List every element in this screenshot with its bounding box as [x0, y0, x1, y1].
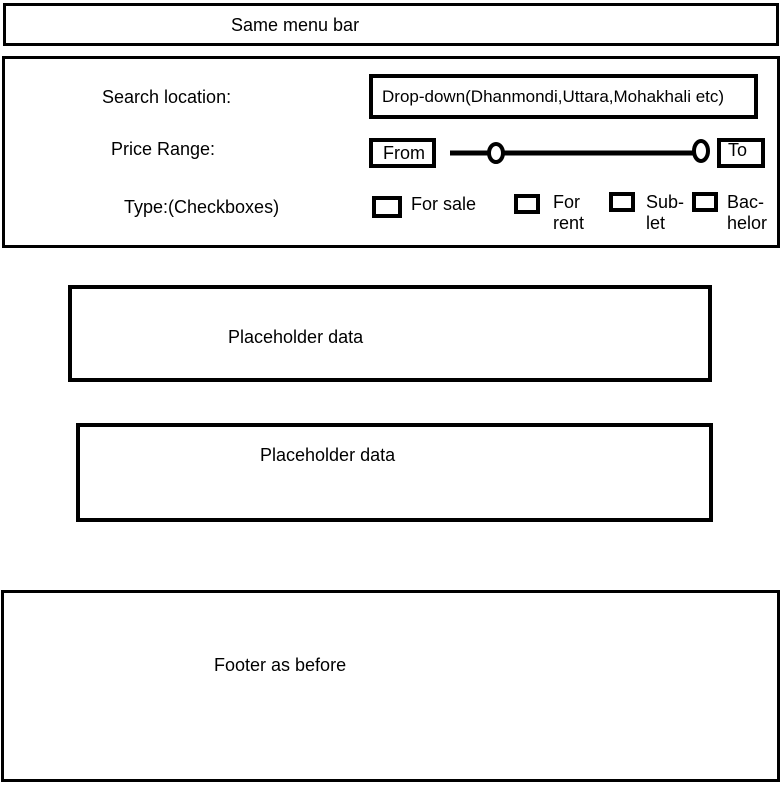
result-card-1-text: Placeholder data	[228, 327, 364, 347]
location-dropdown-value: Drop-down(Dhanmondi,Uttara,Mohakhali etc…	[382, 87, 725, 106]
search-location-label: Search location:	[102, 87, 232, 107]
for-sale-label: For sale	[411, 194, 477, 214]
result-card-1	[68, 285, 712, 382]
footer	[1, 590, 780, 782]
result-card-2	[76, 423, 713, 522]
result-card-2-text: Placeholder data	[260, 445, 396, 465]
footer-label: Footer as before	[214, 655, 347, 675]
bachelor-checkbox[interactable]	[692, 192, 718, 212]
price-range-label: Price Range:	[111, 139, 216, 159]
menu-bar	[3, 3, 779, 46]
for-sale-checkbox[interactable]	[372, 196, 402, 218]
sub-let-label: Sub-let	[646, 192, 685, 233]
price-to-label: To	[728, 140, 748, 160]
price-range-slider[interactable]	[448, 135, 716, 171]
menu-bar-label: Same menu bar	[231, 15, 360, 35]
price-slider-min-handle	[487, 142, 505, 164]
price-slider-max-handle	[692, 139, 710, 163]
price-from-label: From	[383, 143, 425, 163]
type-label: Type:(Checkboxes)	[124, 197, 280, 217]
bachelor-label: Bac-helor	[727, 192, 768, 233]
price-slider-graphic	[450, 139, 710, 164]
for-rent-checkbox[interactable]	[514, 194, 540, 214]
sub-let-checkbox[interactable]	[609, 192, 635, 212]
for-rent-label: For rent	[553, 192, 585, 233]
